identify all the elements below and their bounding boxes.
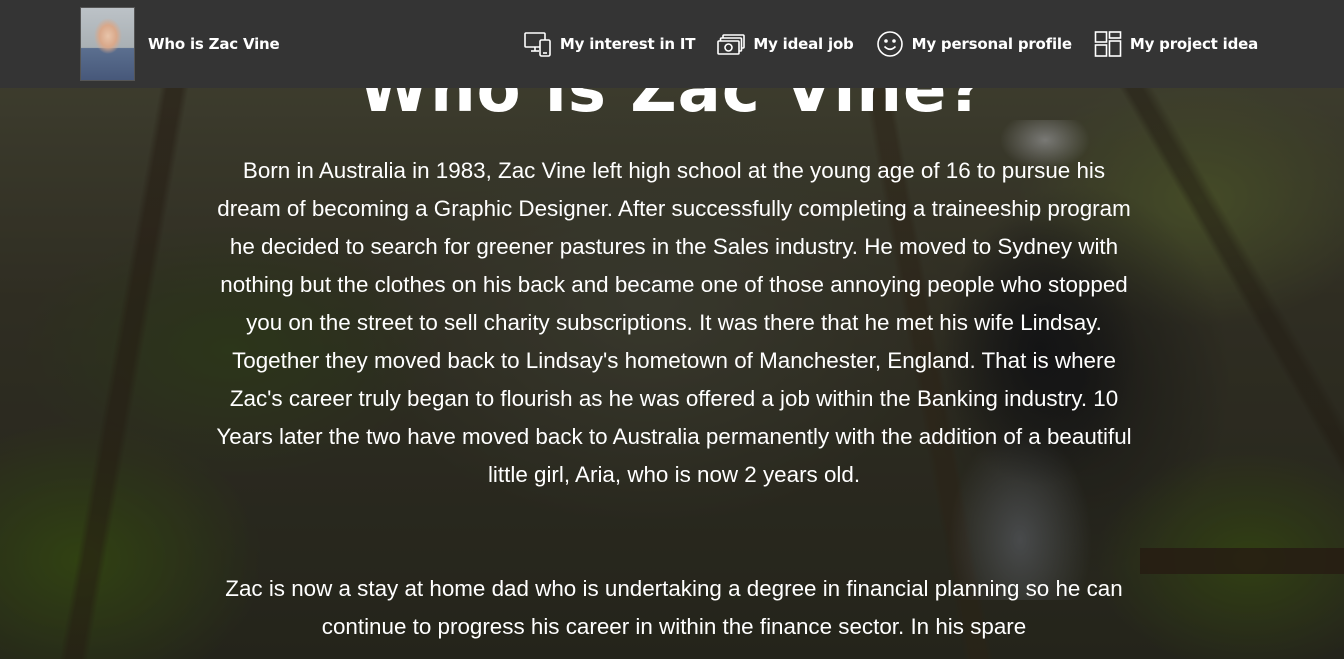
nav-label: My interest in IT — [559, 35, 696, 53]
top-navbar: Who is Zac Vine My interest in IT My ide… — [0, 0, 1344, 88]
bio-paragraph-1: Born in Australia in 1983, Zac Vine left… — [216, 158, 1132, 487]
nav-item-ideal-job[interactable]: My ideal job — [717, 31, 854, 57]
main-nav: My interest in IT My ideal job My person… — [524, 0, 1258, 88]
nav-label: My project idea — [1129, 35, 1258, 53]
nav-item-personal-profile[interactable]: My personal profile — [876, 30, 1072, 58]
layout-icon — [1094, 30, 1122, 58]
smiley-icon — [876, 30, 904, 58]
nav-item-project-idea[interactable]: My project idea — [1094, 30, 1258, 58]
nav-label: My personal profile — [911, 35, 1072, 53]
devices-icon — [524, 31, 552, 57]
brand-name: Who is Zac Vine — [148, 35, 280, 53]
main-content: Who is Zac Vine? Born in Australia in 19… — [0, 0, 1344, 659]
money-icon — [717, 31, 746, 57]
bio-paragraph-2: Zac is now a stay at home dad who is und… — [225, 576, 1123, 639]
nav-label: My ideal job — [753, 35, 854, 53]
brand-link[interactable]: Who is Zac Vine — [80, 7, 280, 81]
nav-item-interest-in-it[interactable]: My interest in IT — [524, 31, 696, 57]
avatar — [80, 7, 135, 81]
